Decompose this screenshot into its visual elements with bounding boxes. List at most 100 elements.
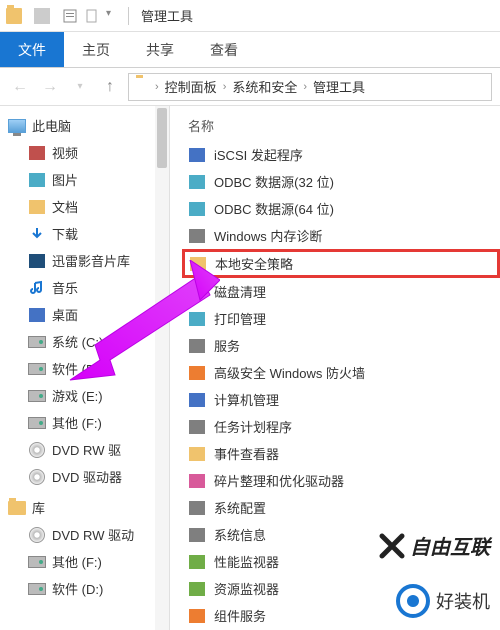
folder-icon [135, 78, 153, 96]
file-label: 资源监视器 [214, 579, 279, 598]
chevron-right-icon: › [155, 81, 159, 93]
shortcut-icon [188, 607, 206, 625]
tree-label: 系统 (C:) [52, 332, 103, 351]
file-item[interactable]: 任务计划程序 [182, 413, 500, 440]
file-label: 打印管理 [214, 309, 266, 328]
file-label: 系统信息 [214, 525, 266, 544]
shortcut-icon [188, 310, 206, 328]
file-item[interactable]: 计算机管理 [182, 386, 500, 413]
file-label: 事件查看器 [214, 444, 279, 463]
tree-label: DVD 驱动器 [52, 467, 122, 486]
file-label: 高级安全 Windows 防火墙 [214, 363, 365, 382]
sidebar-scrollbar[interactable] [155, 106, 169, 630]
circle-dot-icon [396, 584, 430, 618]
watermark-brand-1: 自由互联 [378, 531, 490, 560]
shortcut-icon [188, 337, 206, 355]
item-icon [28, 279, 46, 297]
file-item[interactable]: ODBC 数据源(64 位) [182, 195, 500, 222]
shortcut-icon [188, 472, 206, 490]
tab-label: 主页 [82, 40, 110, 60]
tree-label: 音乐 [52, 278, 78, 297]
shortcut-icon [188, 580, 206, 598]
shortcut-icon [189, 255, 207, 273]
up-button[interactable]: ↑ [98, 75, 122, 99]
item-icon [28, 360, 46, 378]
tree-label: 桌面 [52, 305, 78, 324]
shortcut-icon [188, 553, 206, 571]
sidebar-item[interactable]: 音乐 [8, 274, 169, 301]
tab-share[interactable]: 共享 [128, 32, 192, 67]
tab-label: 共享 [146, 40, 174, 60]
file-item[interactable]: 系统配置 [182, 494, 500, 521]
file-item[interactable]: 服务 [182, 332, 500, 359]
sidebar-item[interactable]: DVD RW 驱 [8, 436, 169, 463]
forward-button[interactable]: → [38, 75, 62, 99]
back-button[interactable]: ← [8, 75, 32, 99]
tree-label: 其他 (F:) [52, 413, 102, 432]
shortcut-icon [188, 200, 206, 218]
tree-label: 游戏 (E:) [52, 386, 103, 405]
item-icon [28, 144, 46, 162]
tree-label: 迅雷影音片库 [52, 251, 130, 270]
file-item[interactable]: Windows 内存诊断 [182, 222, 500, 249]
breadcrumb-item[interactable]: 控制面板 [161, 77, 221, 96]
sidebar-item[interactable]: 系统 (C:) [8, 328, 169, 355]
sidebar-item[interactable]: DVD 驱动器 [8, 463, 169, 490]
item-icon [28, 333, 46, 351]
tab-home[interactable]: 主页 [64, 32, 128, 67]
chevron-right-icon: › [303, 81, 307, 93]
tree-label: 库 [32, 498, 45, 517]
column-header-name[interactable]: 名称 [182, 112, 500, 141]
sidebar-item[interactable]: 游戏 (E:) [8, 382, 169, 409]
file-item[interactable]: 打印管理 [182, 305, 500, 332]
navigation-pane: 此电脑 视频图片文档下载迅雷影音片库音乐桌面系统 (C:) 软件 (D:) 游戏 (… [0, 106, 170, 630]
sidebar-item[interactable]: 迅雷影音片库 [8, 247, 169, 274]
tree-libraries[interactable]: 库 [8, 494, 169, 521]
sidebar-item[interactable]: 视频 [8, 139, 169, 166]
sidebar-item[interactable]: 文档 [8, 193, 169, 220]
file-item[interactable]: 事件查看器 [182, 440, 500, 467]
file-item[interactable]: 高级安全 Windows 防火墙 [182, 359, 500, 386]
shortcut-icon [188, 499, 206, 517]
sidebar-item[interactable]: DVD RW 驱动 [8, 521, 169, 548]
file-label: iSCSI 发起程序 [214, 145, 303, 164]
tree-label: 下载 [52, 224, 78, 243]
item-icon [28, 526, 46, 544]
sidebar-item[interactable]: 图片 [8, 166, 169, 193]
file-label: 组件服务 [214, 606, 266, 625]
sidebar-item[interactable]: 其他 (F:) [8, 548, 169, 575]
tree-this-pc[interactable]: 此电脑 [8, 112, 169, 139]
item-icon [28, 306, 46, 324]
address-bar: ← → ▾ ↑ › 控制面板 › 系统和安全 › 管理工具 [0, 68, 500, 106]
file-item[interactable]: iSCSI 发起程序 [182, 141, 500, 168]
breadcrumb-bar[interactable]: › 控制面板 › 系统和安全 › 管理工具 [128, 73, 492, 101]
file-label: 磁盘清理 [214, 282, 266, 301]
title-bar: ▾ 管理工具 [0, 0, 500, 32]
item-icon [28, 414, 46, 432]
sidebar-item[interactable]: 其他 (F:) [8, 409, 169, 436]
shortcut-icon [188, 526, 206, 544]
file-item-local-security-policy[interactable]: 本地安全策略 [182, 249, 500, 278]
file-label: 任务计划程序 [214, 417, 292, 436]
file-item[interactable]: ODBC 数据源(32 位) [182, 168, 500, 195]
recent-dropdown[interactable]: ▾ [68, 75, 92, 99]
sidebar-item[interactable]: 桌面 [8, 301, 169, 328]
file-label: 系统配置 [214, 498, 266, 517]
file-item[interactable]: 磁盘清理 [182, 278, 500, 305]
breadcrumb-item[interactable]: 管理工具 [309, 77, 369, 96]
tab-file[interactable]: 文件 [0, 32, 64, 67]
sidebar-item[interactable]: 软件 (D:) [8, 355, 169, 382]
shortcut-icon [188, 173, 206, 191]
breadcrumb-item[interactable]: 系统和安全 [228, 77, 301, 96]
tab-view[interactable]: 查看 [192, 32, 256, 67]
sidebar-item[interactable]: 软件 (D:) [8, 575, 169, 602]
qat-dropdown-icon[interactable]: ▾ [106, 8, 122, 24]
folder-icon[interactable] [6, 8, 22, 24]
item-icon [28, 171, 46, 189]
shortcut-icon [188, 227, 206, 245]
properties-icon[interactable] [62, 8, 78, 24]
document-icon[interactable] [84, 8, 100, 24]
file-item[interactable]: 碎片整理和优化驱动器 [182, 467, 500, 494]
sidebar-item[interactable]: 下载 [8, 220, 169, 247]
item-icon [28, 387, 46, 405]
